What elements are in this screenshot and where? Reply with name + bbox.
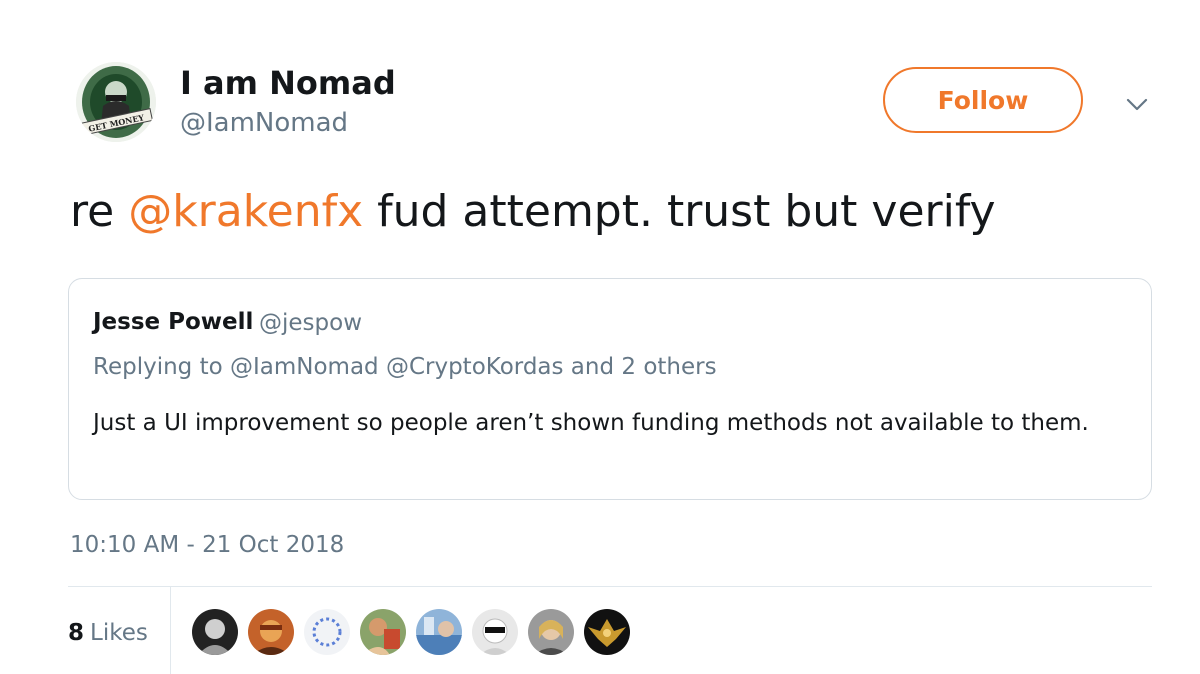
liker-avatar-3[interactable] xyxy=(304,609,350,655)
quoted-tweet-text: Just a UI improvement so people aren’t s… xyxy=(93,410,1089,436)
liker-avatar-1[interactable] xyxy=(192,609,238,655)
liker-avatar-6[interactable] xyxy=(472,609,518,655)
likes-separator xyxy=(170,587,171,674)
quoted-author-handle: @jespow xyxy=(259,310,363,336)
mention-link-krakenfx[interactable]: @krakenfx xyxy=(128,186,363,237)
tweet-timestamp[interactable]: 10:10 AM - 21 Oct 2018 xyxy=(70,532,344,558)
quoted-tweet[interactable]: Jesse Powell @jespow Replying to @IamNom… xyxy=(68,278,1152,500)
liker-avatar-8[interactable] xyxy=(584,609,630,655)
chevron-down-icon[interactable] xyxy=(1124,92,1150,118)
liker-avatar-7[interactable] xyxy=(528,609,574,655)
quoted-replying-to: Replying to @IamNomad @CryptoKordas and … xyxy=(93,354,717,380)
likes-label: Likes xyxy=(90,620,148,646)
author-handle[interactable]: @IamNomad xyxy=(180,108,348,138)
liker-avatar-5[interactable] xyxy=(416,609,462,655)
tweet-text-prefix: re xyxy=(70,186,129,237)
author-avatar[interactable]: GET MONEY xyxy=(76,62,156,142)
author-display-name[interactable]: I am Nomad xyxy=(180,64,396,102)
likes-count[interactable]: 8 Likes xyxy=(68,620,148,646)
stats-divider xyxy=(68,586,1152,587)
follow-button[interactable]: Follow xyxy=(883,67,1083,133)
likes-number: 8 xyxy=(68,620,85,646)
tweet-text-suffix: fud attempt. trust but verify xyxy=(363,186,996,237)
money-bandit-avatar-icon: GET MONEY xyxy=(76,62,156,142)
tweet-text: re @krakenfx fud attempt. trust but veri… xyxy=(70,180,996,244)
liker-avatar-2[interactable] xyxy=(248,609,294,655)
liker-avatar-4[interactable] xyxy=(360,609,406,655)
quoted-author-name: Jesse Powell xyxy=(93,309,254,335)
tweet-card: GET MONEY I am Nomad @IamNomad Follow re… xyxy=(0,0,1200,674)
